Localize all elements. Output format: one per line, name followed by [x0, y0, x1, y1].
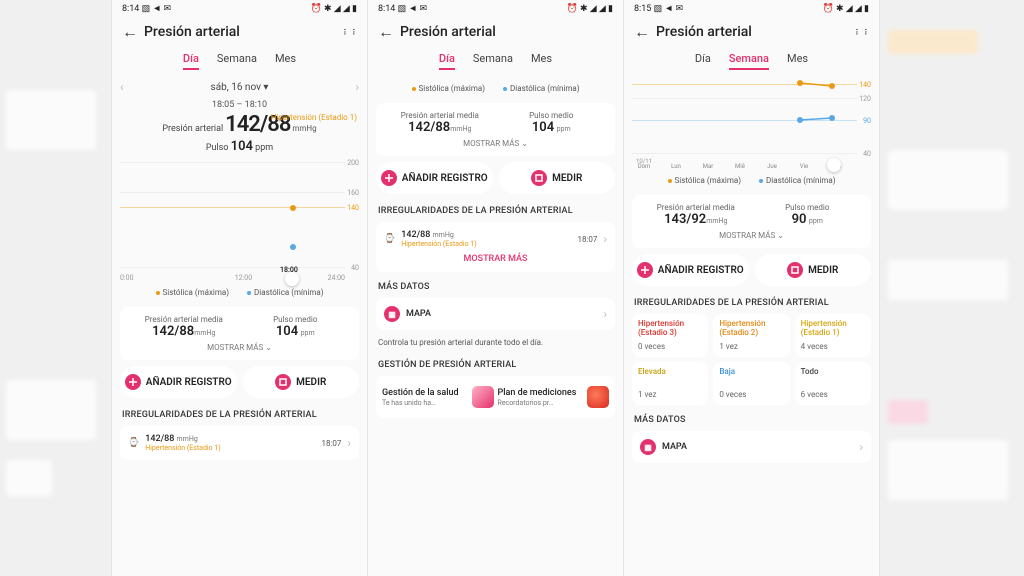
- measure-icon: [787, 262, 803, 278]
- bp-readout: 18:05 – 18:10 Presión arterial 142/88 mm…: [112, 98, 367, 158]
- tab-month[interactable]: Mes: [787, 52, 808, 70]
- chart-legend: Sistólica (máxima) Diastólica (mínima): [112, 280, 367, 303]
- back-icon[interactable]: ←: [122, 22, 138, 42]
- blurred-right-margin: [880, 0, 1024, 576]
- show-more-summary[interactable]: MOSTRAR MÁS ⌄: [128, 339, 351, 352]
- bp-screen-week: 8:15 ▧ ◄ ✉ ⏰ ✱ ◢ ◢ ▮ ← Presión arterial …: [624, 0, 880, 576]
- health-management-item[interactable]: Gestión de la salud Te has unido ha…: [380, 382, 496, 412]
- irreg-card-stage2[interactable]: Hipertensión (Estadio 2)1 vez: [713, 314, 789, 357]
- add-record-button[interactable]: AÑADIR REGISTRO: [632, 254, 749, 286]
- status-right-icons: ⏰ ✱ ◢ ◢ ▮: [311, 4, 357, 13]
- tab-day[interactable]: Día: [695, 52, 711, 70]
- status-bar: 8:15 ▧ ◄ ✉ ⏰ ✱ ◢ ◢ ▮: [624, 0, 879, 16]
- bp-screen-day-scrolled: 8:14 ▧ ◄ ✉ ⏰ ✱ ◢ ◢ ▮ ← Presión arterial …: [368, 0, 624, 576]
- plus-icon: [125, 374, 141, 390]
- tab-month[interactable]: Mes: [531, 52, 552, 70]
- irregularity-grid: Hipertensión (Estadio 3)0 veces Hiperten…: [632, 314, 871, 405]
- watch-icon: ⌚: [128, 438, 139, 448]
- measure-icon: [275, 374, 291, 390]
- blurred-left-margin: [0, 0, 112, 576]
- irreg-card-stage3[interactable]: Hipertensión (Estadio 3)0 veces: [632, 314, 708, 357]
- bp-warning: Hipertensión (Estadio 1): [271, 114, 357, 123]
- back-icon[interactable]: ←: [378, 22, 394, 42]
- pulse-value: 104: [231, 139, 253, 154]
- mapa-description: Controla tu presión arterial durante tod…: [368, 334, 623, 354]
- measure-button[interactable]: MEDIR: [499, 162, 616, 194]
- mapa-row[interactable]: ▦ MAPA ›: [632, 431, 871, 463]
- show-more-irreg[interactable]: MOSTRAR MÁS: [384, 248, 607, 264]
- bp-chart-day[interactable]: 200 160 140 40 18:00 0:00 12:00 24:00: [120, 162, 359, 280]
- show-more-summary[interactable]: MOSTRAR MÁS ⌄: [640, 227, 863, 240]
- irregularities-header: IRREGULARIDADES DE LA PRESIÓN ARTERIAL: [112, 404, 367, 422]
- status-time: 8:14: [122, 4, 139, 14]
- watch-icon: ⌚: [384, 234, 395, 244]
- tab-week[interactable]: Semana: [729, 52, 769, 70]
- add-record-button[interactable]: AÑADIR REGISTRO: [376, 162, 493, 194]
- irreg-card-low[interactable]: Baja0 veces: [713, 362, 789, 405]
- chart-dot-systolic: [290, 205, 296, 211]
- page-title: Presión arterial: [400, 24, 496, 40]
- tab-week[interactable]: Semana: [473, 52, 513, 70]
- show-more-summary[interactable]: MOSTRAR MÁS ⌄: [384, 135, 607, 148]
- measure-icon: [531, 170, 547, 186]
- tab-month[interactable]: Mes: [275, 52, 296, 70]
- bp-screen-day: 8:14 ▧ ◄ ✉ ⏰ ✱ ◢ ◢ ▮ ← Presión arterial …: [112, 0, 368, 576]
- page-title: Presión arterial: [656, 24, 752, 40]
- chart-slider[interactable]: [285, 272, 299, 286]
- plus-icon: [381, 170, 397, 186]
- blood-drop-icon: [587, 386, 609, 408]
- period-tabs: Día Semana Mes: [112, 50, 367, 76]
- irregularity-card: ⌚ 142/88 mmHg Hipertensión (Estadio 1) 1…: [376, 222, 615, 272]
- menu-icon[interactable]: ፧ ፧: [344, 27, 357, 38]
- map-icon: ▦: [384, 306, 400, 322]
- tab-day[interactable]: Día: [183, 52, 199, 70]
- map-icon: ▦: [640, 439, 656, 455]
- summary-card: Presión arterial media 142/88mmHg Pulso …: [120, 307, 359, 360]
- status-bar: 8:14 ▧ ◄ ✉ ⏰ ✱ ◢ ◢ ▮: [368, 0, 623, 16]
- bp-chart-week[interactable]: 140 120 90 40 10/11 Dom Lun Mar Mié Jue …: [632, 78, 871, 168]
- plus-icon: [637, 262, 653, 278]
- measure-button[interactable]: MEDIR: [243, 366, 360, 398]
- irreg-card-stage1[interactable]: Hipertensión (Estadio 1)4 veces: [795, 314, 871, 357]
- date-next[interactable]: ›: [355, 80, 359, 94]
- measure-button[interactable]: MEDIR: [755, 254, 872, 286]
- irreg-card-elevated[interactable]: Elevada1 vez: [632, 362, 708, 405]
- chart-slider[interactable]: [827, 158, 841, 172]
- mapa-row[interactable]: ▦ MAPA ›: [376, 298, 615, 330]
- measurement-plan-item[interactable]: Plan de mediciones Recordatorios pr…: [496, 382, 612, 412]
- date-label[interactable]: sáb, 16 nov ▾: [211, 82, 269, 93]
- chart-dot-diastolic: [290, 244, 296, 250]
- irreg-card-all[interactable]: Todo6 veces: [795, 362, 871, 405]
- status-bar: 8:14 ▧ ◄ ✉ ⏰ ✱ ◢ ◢ ▮: [112, 0, 367, 16]
- back-icon[interactable]: ←: [634, 22, 650, 42]
- date-prev[interactable]: ‹: [120, 80, 124, 94]
- menu-icon[interactable]: ፧ ፧: [856, 27, 869, 38]
- irregularity-item[interactable]: ⌚ 142/88 mmHg Hipertensión (Estadio 1) 1…: [120, 426, 359, 460]
- page-title: Presión arterial: [144, 24, 240, 40]
- health-icon: [472, 386, 494, 408]
- reading-time: 18:05 – 18:10: [118, 100, 361, 110]
- tab-day[interactable]: Día: [439, 52, 455, 70]
- add-record-button[interactable]: AÑADIR REGISTRO: [120, 366, 237, 398]
- tab-week[interactable]: Semana: [217, 52, 257, 70]
